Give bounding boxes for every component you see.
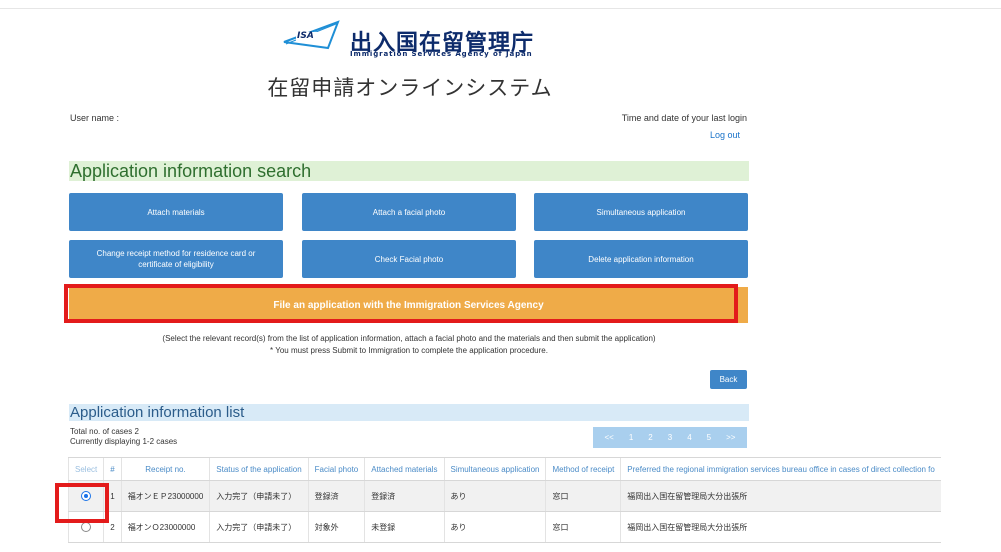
table-header-row: Select # Receipt no. Status of the appli… — [67, 457, 941, 481]
simultaneous-status: あり — [443, 480, 546, 512]
facial-photo-status: 登録済 — [307, 480, 365, 512]
preferred-office: 福岡出入国在留管理局大分出張所 — [620, 480, 941, 512]
pager-page-5[interactable]: 5 — [707, 433, 711, 442]
agency-logo: ISA — [282, 20, 344, 52]
col-receipt-no: Receipt no. — [120, 457, 210, 481]
application-list-table: Select # Receipt no. Status of the appli… — [67, 457, 941, 543]
application-status: 入力完了（申請未了） — [209, 511, 309, 543]
receipt-method: 窓口 — [545, 511, 621, 543]
facial-photo-status: 対象外 — [307, 511, 365, 543]
check-facial-photo-button[interactable]: Check Facial photo — [302, 240, 516, 278]
select-radio-row-1[interactable] — [81, 491, 92, 501]
receipt-no: 福オンＯ23000000 — [120, 511, 210, 543]
preferred-office: 福岡出入国在留管理局大分出張所 — [620, 511, 941, 543]
col-facial-photo: Facial photo — [307, 457, 365, 481]
attached-materials-status: 未登録 — [364, 511, 445, 543]
displaying-cases-text: Currently displaying 1-2 cases — [70, 437, 178, 446]
simultaneous-status: あり — [443, 511, 546, 543]
col-preferred-office: Preferred the regional immigration servi… — [620, 457, 941, 481]
agency-name-en: Immigration Services Agency of Japan — [350, 50, 533, 58]
col-method-of-receipt: Method of receipt — [545, 457, 621, 481]
select-radio-row-2[interactable] — [81, 522, 92, 532]
col-status: Status of the application — [209, 457, 309, 481]
logout-link[interactable]: Log out — [710, 130, 740, 140]
table-row[interactable]: 1 福オンＥＰ23000000 入力完了（申請未了） 登録済 登録済 あり 窓口… — [67, 480, 941, 512]
pager-last[interactable]: >> — [726, 433, 735, 442]
select-cell — [67, 480, 104, 512]
pager-page-3[interactable]: 3 — [668, 433, 672, 442]
isa-logo-icon: ISA — [282, 20, 344, 52]
receipt-no: 福オンＥＰ23000000 — [120, 480, 210, 512]
change-receipt-method-button[interactable]: Change receipt method for residence card… — [69, 240, 283, 278]
last-login-label: Time and date of your last login — [621, 113, 747, 123]
row-number: 2 — [103, 511, 122, 543]
table-row[interactable]: 2 福オンＯ23000000 入力完了（申請未了） 対象外 未登録 あり 窓口 … — [67, 511, 941, 543]
attach-materials-button[interactable]: Attach materials — [69, 193, 283, 231]
receipt-method: 窓口 — [545, 480, 621, 512]
pager-page-4[interactable]: 4 — [687, 433, 691, 442]
pager-page-2[interactable]: 2 — [648, 433, 652, 442]
application-status: 入力完了（申請未了） — [209, 480, 309, 512]
top-divider — [0, 8, 1001, 9]
instruction-text-2: * You must press Submit to Immigration t… — [270, 346, 548, 355]
file-application-button[interactable]: File an application with the Immigration… — [69, 287, 748, 323]
pagination: << 1 2 3 4 5 >> — [593, 427, 747, 448]
back-button[interactable]: Back — [710, 370, 747, 389]
search-section-title: Application information search — [69, 161, 749, 181]
col-select: Select — [67, 457, 104, 481]
pager-first[interactable]: << — [605, 433, 614, 442]
total-cases-text: Total no. of cases 2 — [70, 427, 139, 436]
user-name-label: User name : — [70, 113, 120, 123]
list-section-title: Application information list — [69, 404, 749, 421]
col-simultaneous: Simultaneous application — [443, 457, 546, 481]
select-cell — [67, 511, 104, 543]
simultaneous-application-button[interactable]: Simultaneous application — [534, 193, 748, 231]
pager-page-1[interactable]: 1 — [629, 433, 633, 442]
attach-facial-photo-button[interactable]: Attach a facial photo — [302, 193, 516, 231]
case-count: Total no. of cases 2 Currently displayin… — [70, 427, 177, 447]
instruction-text-1: (Select the relevant record(s) from the … — [162, 334, 656, 343]
logo-abbr: ISA — [297, 31, 314, 41]
attached-materials-status: 登録済 — [364, 480, 445, 512]
delete-application-button[interactable]: Delete application information — [534, 240, 748, 278]
system-title: 在留申請オンラインシステム — [267, 76, 553, 100]
row-number: 1 — [103, 480, 122, 512]
col-attached-materials: Attached materials — [364, 457, 445, 481]
col-number: # — [103, 457, 122, 481]
